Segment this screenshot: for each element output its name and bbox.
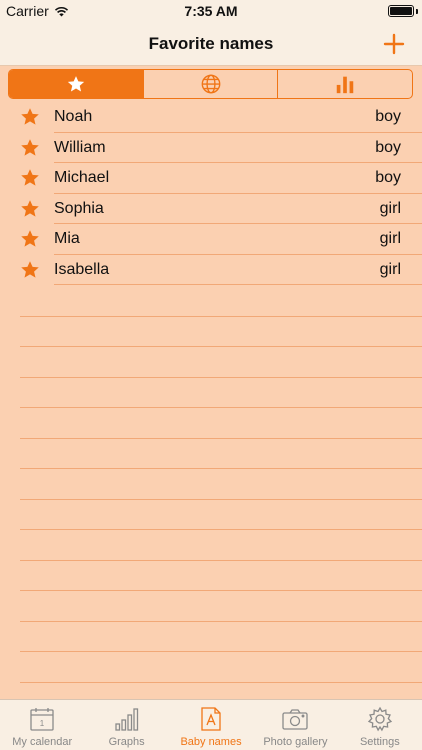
baby-name: Sophia xyxy=(54,199,104,217)
baby-name: Noah xyxy=(54,108,93,125)
ruled-line xyxy=(20,681,422,683)
star-icon[interactable] xyxy=(20,107,40,127)
status-bar: Carrier 7:35 AM xyxy=(0,0,422,22)
gender-label: boy xyxy=(375,169,401,186)
empty-list-area xyxy=(0,285,422,699)
graph-icon xyxy=(114,708,138,731)
ruled-line xyxy=(20,468,422,469)
list-item[interactable]: Mia girl xyxy=(0,224,422,255)
favorite-names-list: Noah boy William boy Michael boy Sophia … xyxy=(0,102,422,285)
tab-label: My calendar xyxy=(12,736,73,748)
page-title: Favorite names xyxy=(148,34,274,53)
tab-photo-gallery[interactable]: Photo gallery xyxy=(253,700,337,750)
ruled-line xyxy=(20,529,422,530)
add-name-button[interactable] xyxy=(378,28,410,60)
ruled-line xyxy=(20,620,422,622)
gender-label: boy xyxy=(375,108,401,125)
camera-icon xyxy=(282,709,309,730)
tab-bar: 1 My calendar Graphs Baby names Photo ga… xyxy=(0,699,422,750)
star-icon[interactable] xyxy=(20,168,40,188)
tab-my-calendar[interactable]: 1 My calendar xyxy=(0,700,84,750)
battery-icon xyxy=(388,5,414,17)
navigation-bar: Favorite names xyxy=(0,22,422,66)
ruled-line xyxy=(20,376,422,378)
tab-label: Photo gallery xyxy=(263,736,328,748)
gender-label: girl xyxy=(379,230,401,247)
star-icon[interactable] xyxy=(20,260,40,280)
baby-name: Isabella xyxy=(54,260,110,278)
baby-name: William xyxy=(54,138,106,156)
segment-world[interactable] xyxy=(144,70,279,98)
tab-label: Graphs xyxy=(108,736,145,748)
plus-icon xyxy=(383,33,405,55)
globe-icon xyxy=(201,74,220,94)
star-icon[interactable] xyxy=(20,138,40,158)
calendar-icon: 1 xyxy=(30,708,54,731)
view-segmented-control xyxy=(8,69,413,99)
segment-statistics[interactable] xyxy=(278,70,412,98)
baby-name: Mia xyxy=(54,230,80,247)
list-item[interactable]: Michael boy xyxy=(0,163,422,194)
bar-chart-icon xyxy=(336,76,354,94)
star-icon[interactable] xyxy=(20,199,40,219)
gender-label: boy xyxy=(375,138,401,156)
baby-name: Michael xyxy=(54,169,110,186)
baby-names-icon xyxy=(201,707,221,731)
tab-graphs[interactable]: Graphs xyxy=(84,700,168,750)
gear-icon xyxy=(367,706,392,732)
list-item[interactable]: Isabella girl xyxy=(0,255,422,285)
segment-favorites[interactable] xyxy=(9,70,144,98)
ruled-line xyxy=(20,407,422,408)
gender-label: girl xyxy=(379,199,401,217)
ruled-line xyxy=(20,315,422,317)
status-time: 7:35 AM xyxy=(184,3,238,19)
svg-text:1: 1 xyxy=(40,719,45,728)
star-icon xyxy=(67,76,84,92)
battery-tip xyxy=(416,9,418,14)
ruled-line xyxy=(20,590,422,591)
list-item[interactable]: Sophia girl xyxy=(0,194,422,224)
ruled-line xyxy=(20,346,422,347)
tab-settings[interactable]: Settings xyxy=(338,700,422,750)
ruled-line xyxy=(20,498,422,500)
ruled-line xyxy=(20,437,422,439)
list-item[interactable]: Noah boy xyxy=(0,102,422,133)
gender-label: girl xyxy=(379,260,401,278)
ruled-line xyxy=(20,651,422,652)
ruled-line xyxy=(20,559,422,561)
tab-baby-names[interactable]: Baby names xyxy=(169,700,253,750)
star-icon[interactable] xyxy=(20,229,40,249)
tab-label: Baby names xyxy=(180,736,242,748)
list-item[interactable]: William boy xyxy=(0,133,422,163)
tab-label: Settings xyxy=(359,736,400,748)
